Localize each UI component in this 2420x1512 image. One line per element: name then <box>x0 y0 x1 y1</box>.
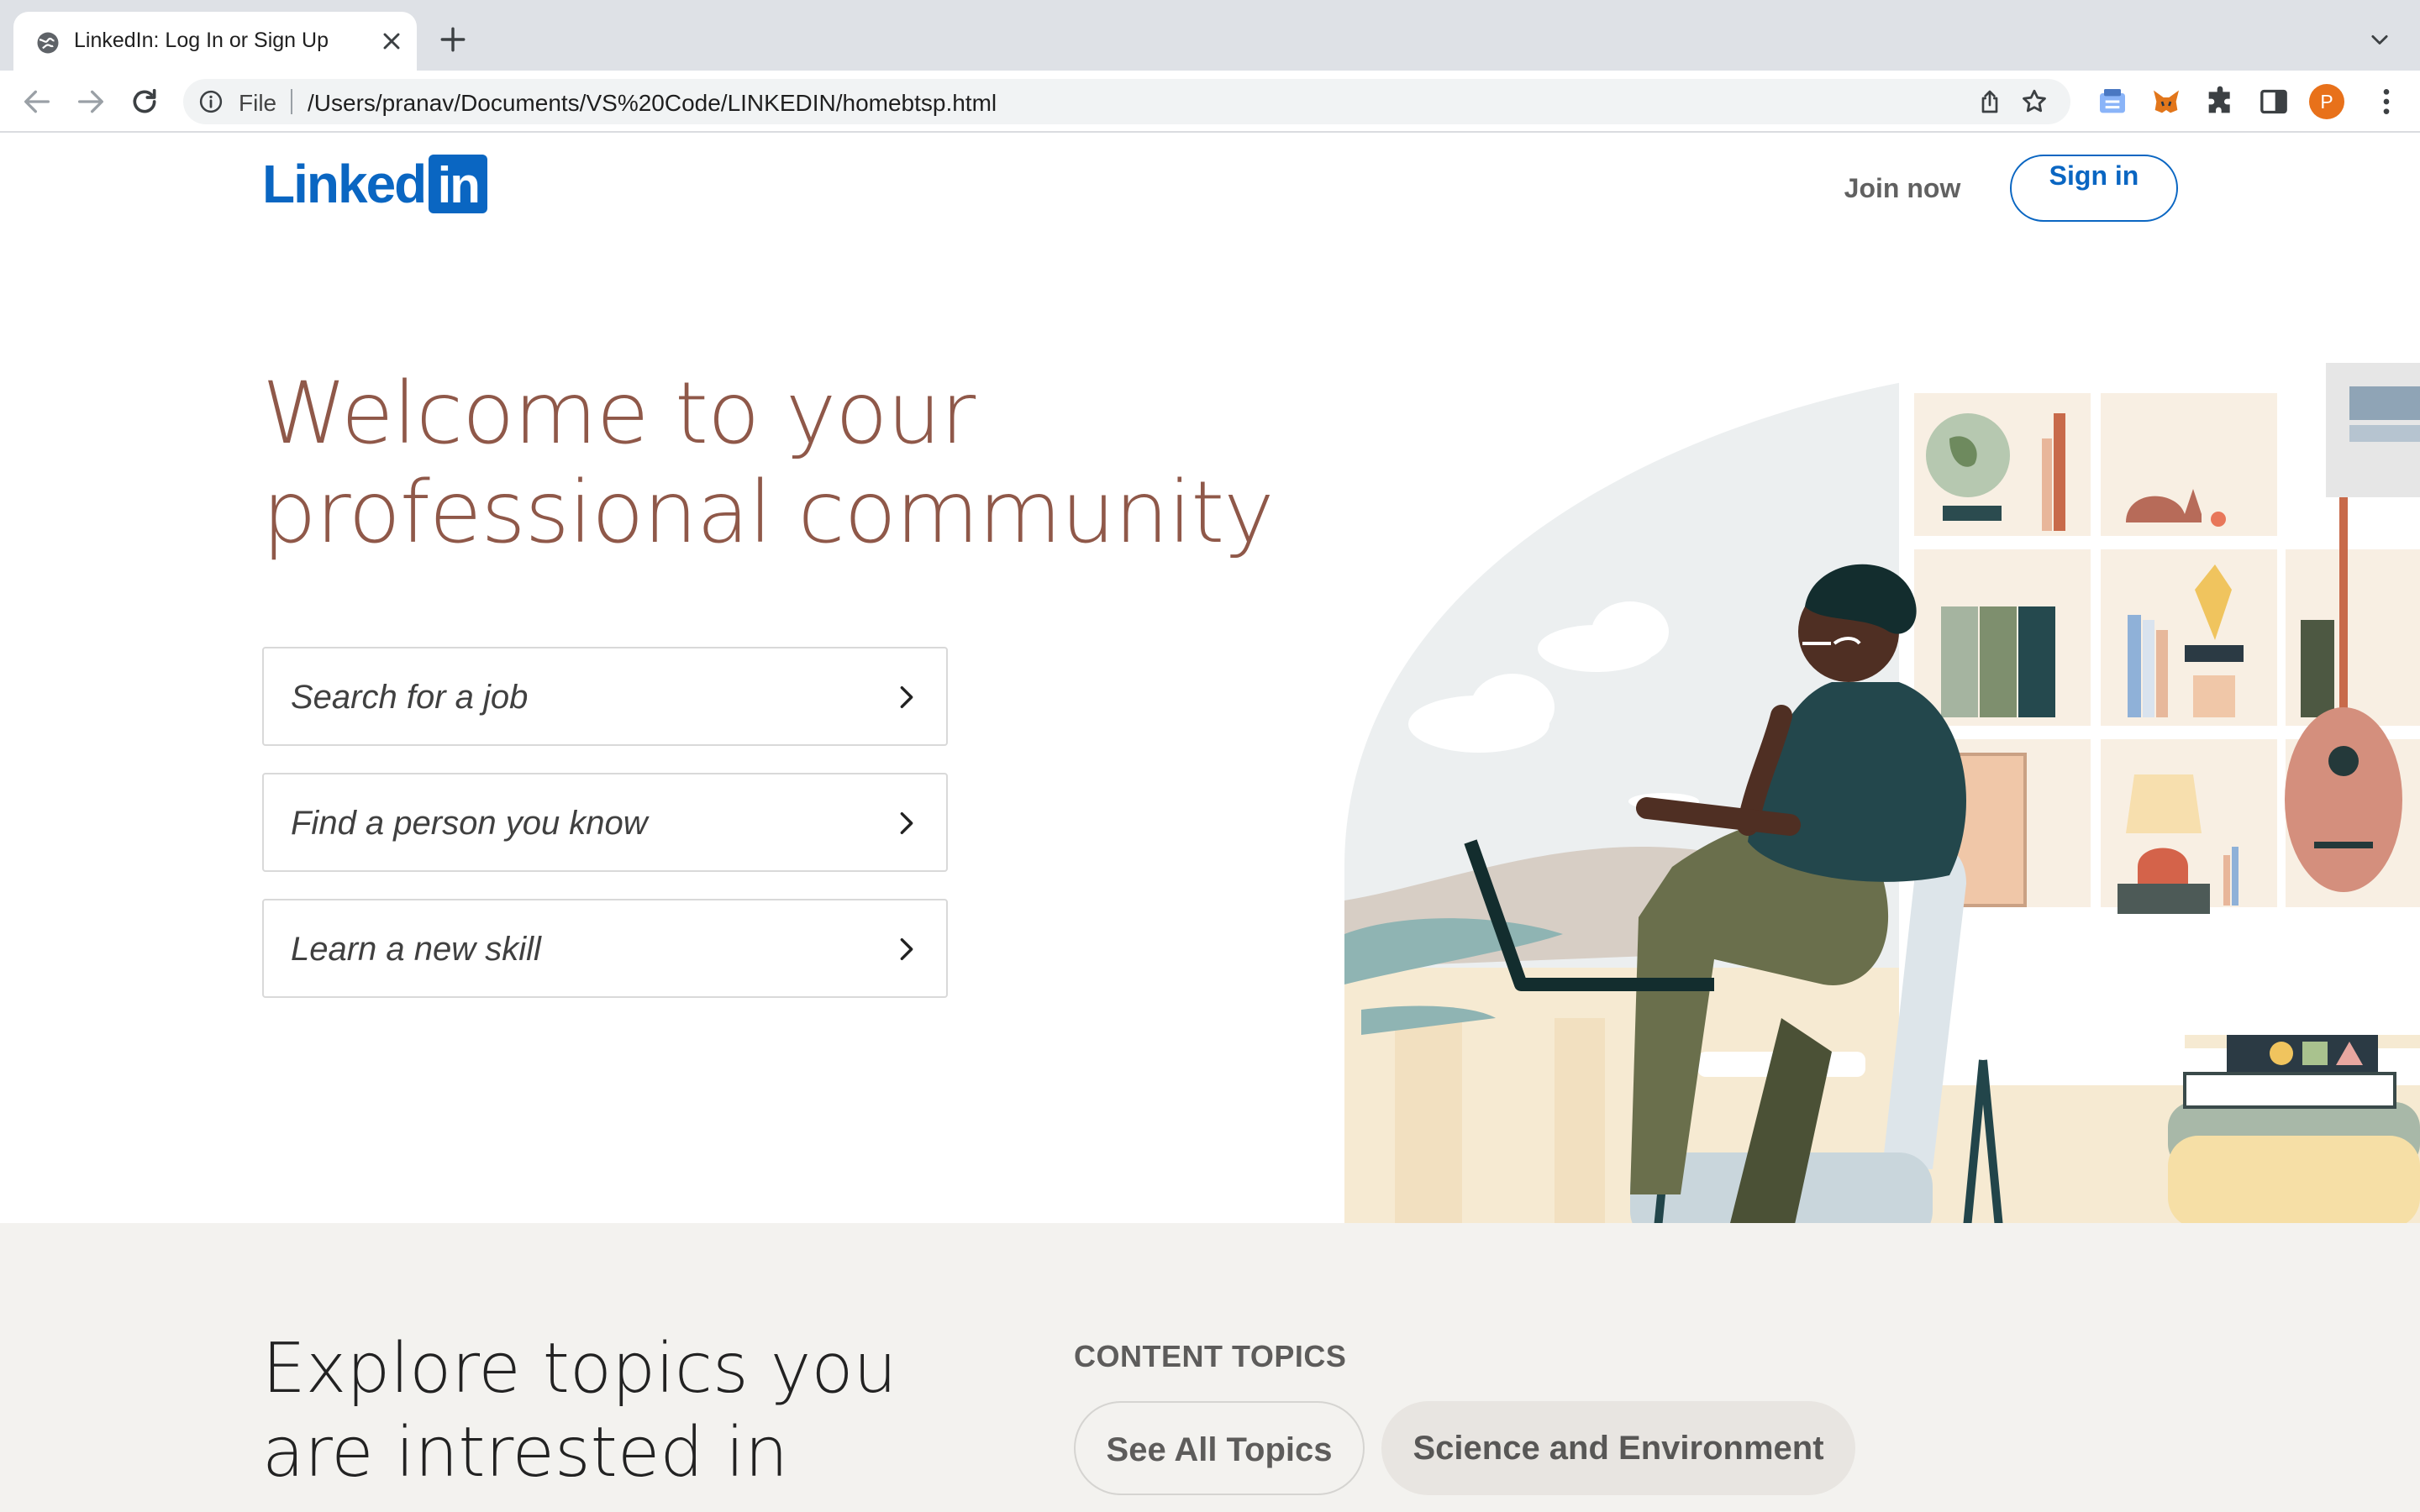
sign-in-button[interactable]: Sign in <box>2010 155 2178 222</box>
bookmark-star-icon[interactable] <box>2020 87 2049 116</box>
share-icon[interactable] <box>1976 88 2003 115</box>
join-now-link[interactable]: Join now <box>1832 171 1973 205</box>
url-text[interactable]: /Users/pranav/Documents/VS%20Code/LINKED… <box>308 90 997 117</box>
find-person-card[interactable]: Find a person you know <box>262 773 948 872</box>
linkedin-logo[interactable]: Linked in <box>262 154 488 214</box>
hero-heading-line1: Welcome to your <box>262 364 976 464</box>
browser-menu-icon[interactable] <box>2370 85 2403 118</box>
search-job-label: Search for a job <box>291 679 529 716</box>
close-tab-icon[interactable] <box>378 28 405 55</box>
page-content: Linked in Join now Sign in Welcome to yo… <box>0 133 2420 1512</box>
explore-heading-line2: are intrested in <box>262 1413 789 1493</box>
explore-topics-section: Explore topics you are intrested in CONT… <box>0 1223 2420 1512</box>
extension-translate-icon[interactable] <box>2096 85 2129 118</box>
learn-skill-label: Learn a new skill <box>291 931 541 968</box>
tab-title: LinkedIn: Log In or Sign Up <box>74 29 329 52</box>
side-panel-icon[interactable] <box>2257 85 2291 118</box>
chevron-right-icon <box>900 685 913 709</box>
browser-tab-bar: LinkedIn: Log In or Sign Up <box>0 0 2420 71</box>
hero-illustration <box>1344 363 2420 1356</box>
find-person-label: Find a person you know <box>291 805 648 842</box>
logo-wordmark: Linked <box>262 154 427 214</box>
metamask-fox-icon[interactable] <box>2149 85 2183 118</box>
url-scheme-label: File <box>239 90 277 116</box>
extensions-puzzle-icon[interactable] <box>2203 85 2237 118</box>
chevron-right-icon <box>900 937 913 961</box>
search-job-card[interactable]: Search for a job <box>262 647 948 746</box>
globe-icon <box>37 32 59 54</box>
content-topics-label: CONTENT TOPICS <box>1074 1339 1347 1373</box>
profile-avatar[interactable]: P <box>2309 84 2344 119</box>
browser-tab[interactable]: LinkedIn: Log In or Sign Up <box>13 12 417 71</box>
explore-heading: Explore topics you are intrested in <box>262 1327 1018 1495</box>
reload-icon[interactable] <box>128 85 161 118</box>
back-arrow-icon[interactable] <box>20 85 54 118</box>
site-info-icon[interactable] <box>198 89 224 114</box>
browser-toolbar: File /Users/pranav/Documents/VS%20Code/L… <box>0 71 2420 133</box>
hero-heading: Welcome to your professional community <box>262 365 1355 563</box>
hero-heading-line2: professional community <box>262 463 1275 563</box>
learn-skill-card[interactable]: Learn a new skill <box>262 899 948 998</box>
topic-pill-science-environment[interactable]: Science and Environment <box>1381 1401 1855 1495</box>
new-tab-icon[interactable] <box>439 25 467 54</box>
address-separator <box>291 89 292 114</box>
see-all-topics-button[interactable]: See All Topics <box>1074 1401 1365 1495</box>
address-bar[interactable]: File /Users/pranav/Documents/VS%20Code/L… <box>183 79 2070 124</box>
chevron-right-icon <box>900 811 913 835</box>
explore-heading-line1: Explore topics you <box>262 1329 897 1409</box>
logo-in-box: in <box>429 155 488 213</box>
forward-arrow-icon[interactable] <box>74 85 108 118</box>
tab-search-chevron-icon[interactable] <box>2366 29 2393 52</box>
